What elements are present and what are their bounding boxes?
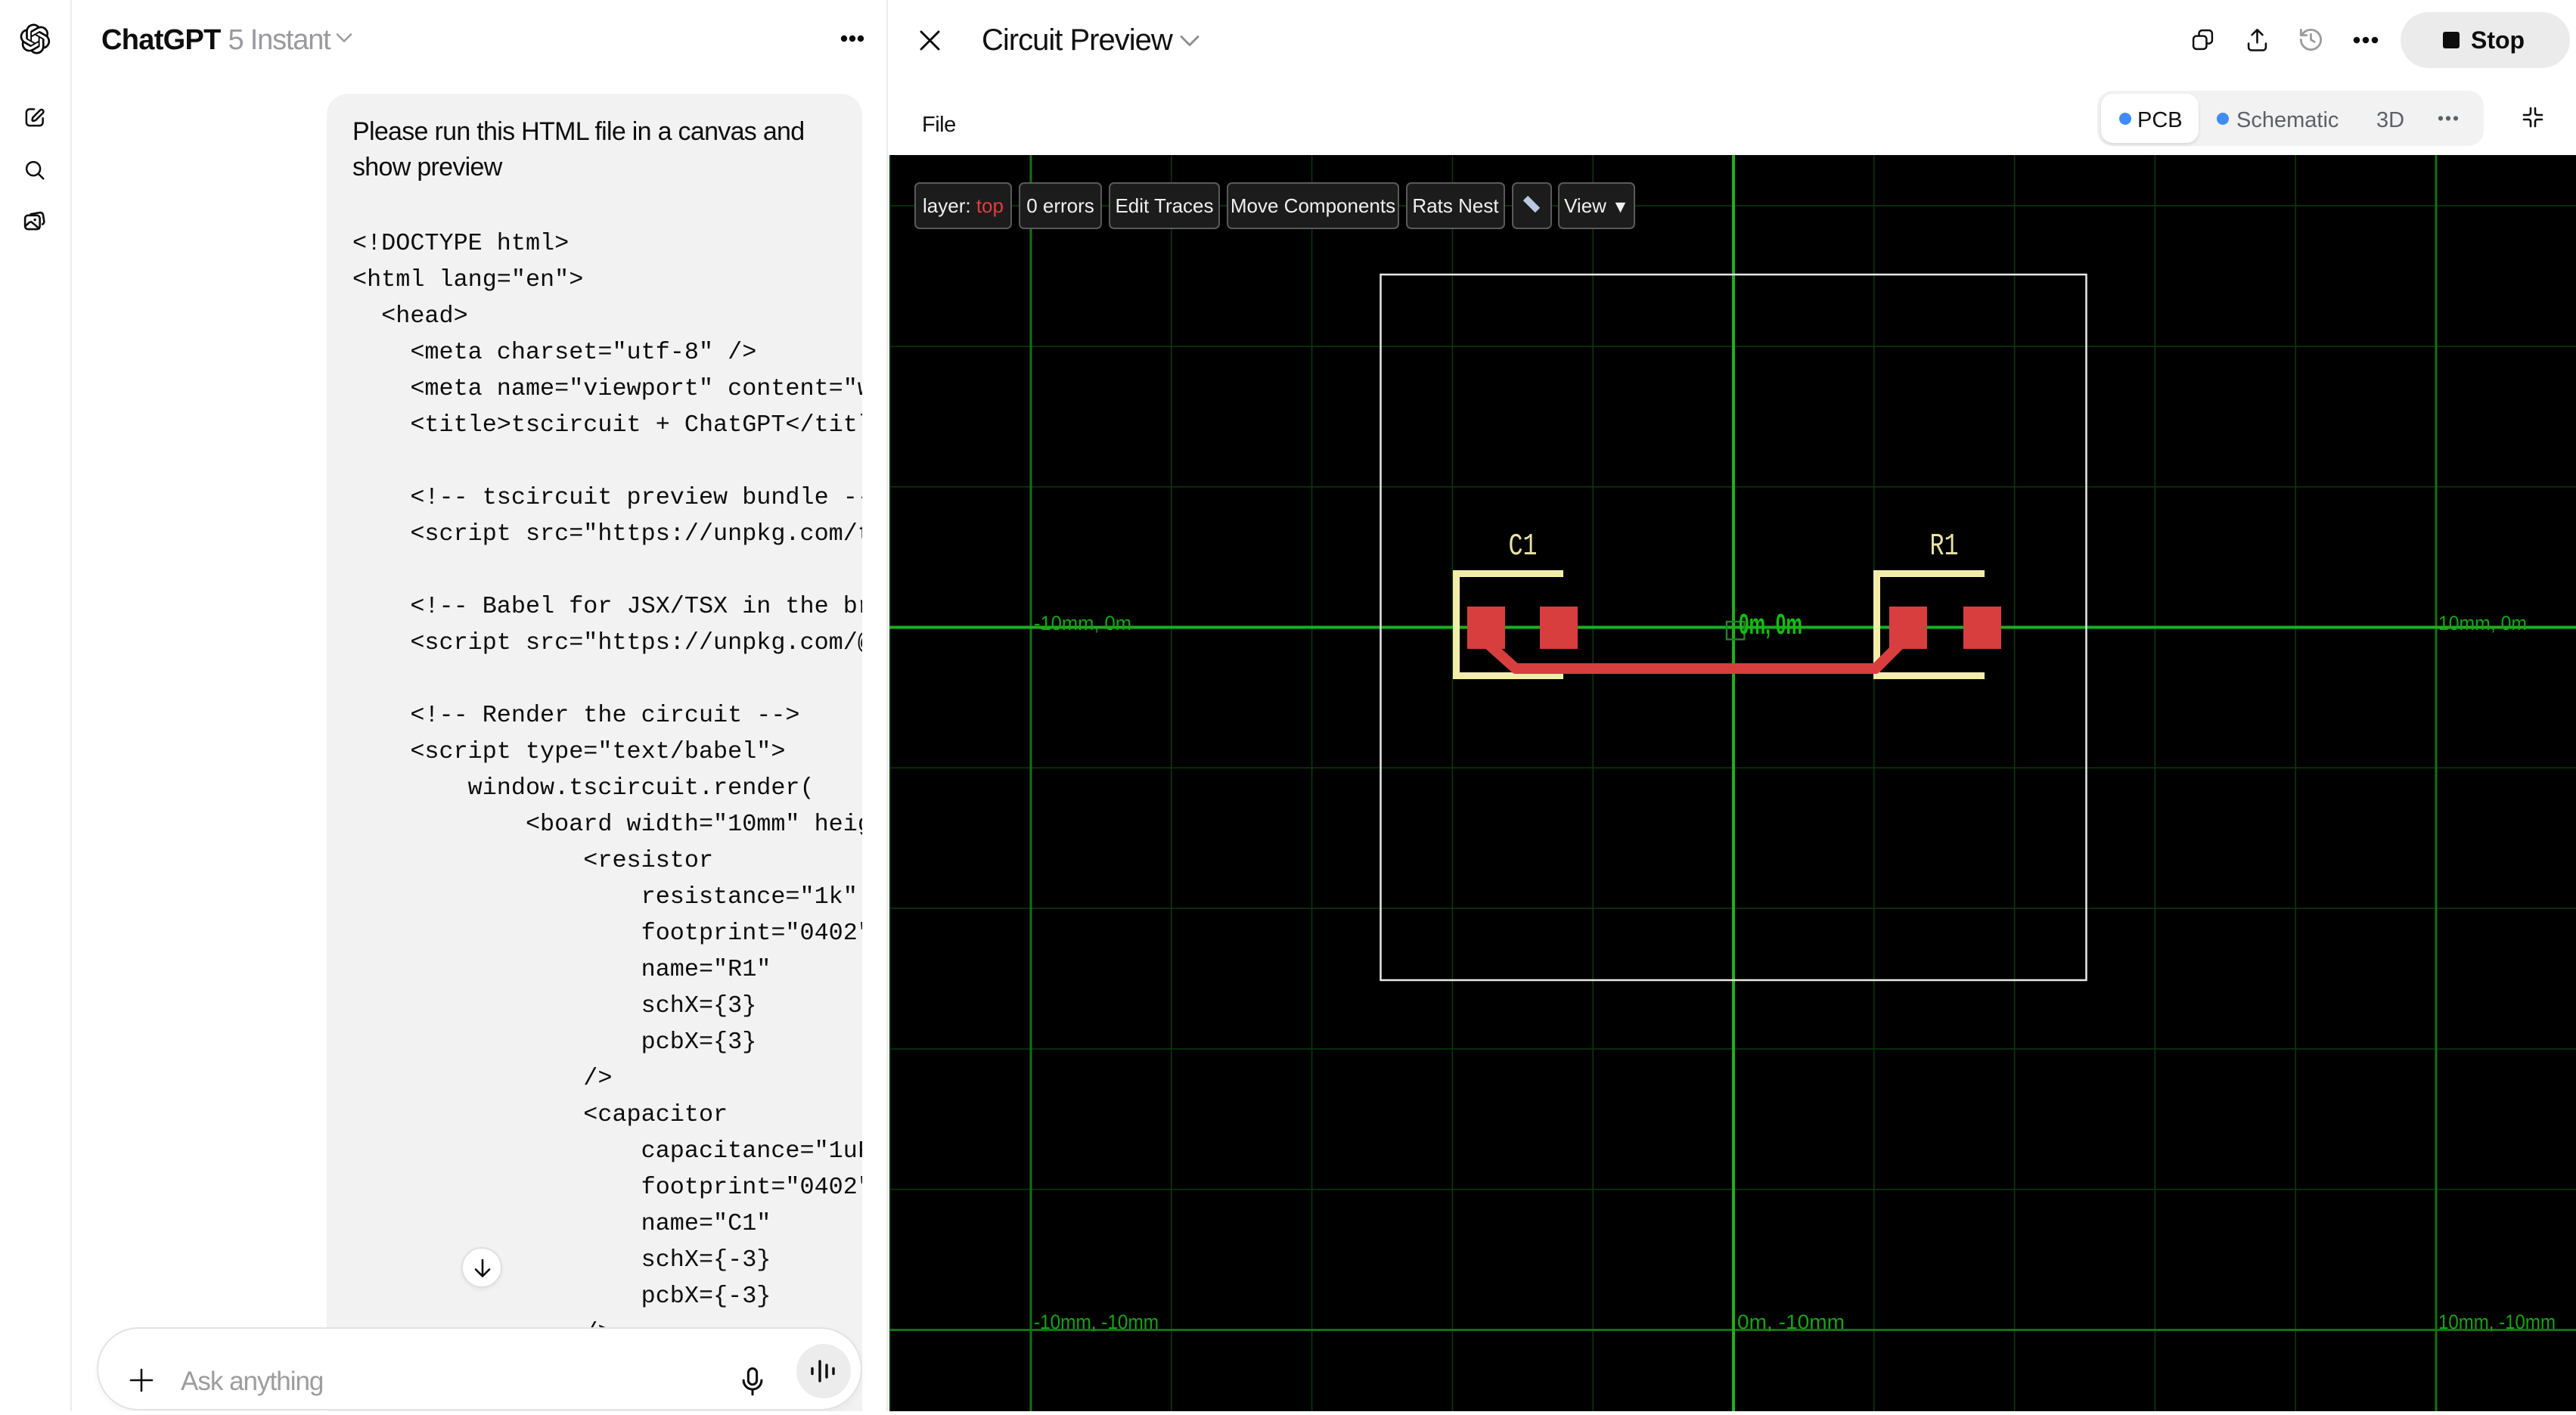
svg-text:0m, 0m: 0m, 0m (1739, 609, 1802, 641)
svg-text:C1: C1 (1509, 529, 1538, 564)
svg-text:-10mm, 0m: -10mm, 0m (1034, 612, 1131, 635)
svg-text:0m, -10mm: 0m, -10mm (1737, 1311, 1845, 1333)
svg-text:R1: R1 (1930, 529, 1959, 564)
svg-text:-10mm, -10mm: -10mm, -10mm (1034, 1311, 1159, 1333)
svg-text:10mm, 0m: 10mm, 0m (2438, 612, 2527, 635)
svg-text:10mm, -10mm: 10mm, -10mm (2438, 1311, 2556, 1333)
